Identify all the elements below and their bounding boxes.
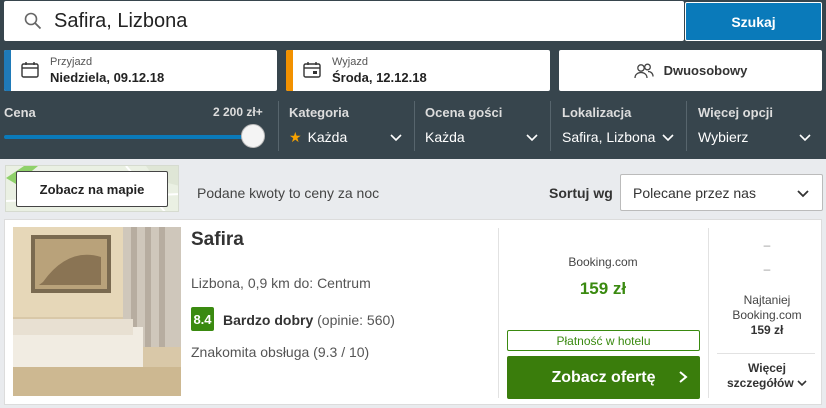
more-options-filter-label: Więcej opcji [698,105,774,120]
checkout-label: Wyjazd [332,56,368,68]
pay-at-hotel-badge: Płatność w hotelu [507,330,700,351]
more-divider [717,353,815,354]
star-icon: ★ [289,129,302,145]
price-slider-handle[interactable] [241,124,265,148]
filter-divider [414,101,415,151]
price-filter-label: Cena [4,105,36,120]
search-icon [24,12,42,30]
card-divider [708,228,709,398]
rating-count: (opinie: 560) [317,312,395,328]
location-filter-value[interactable]: Safira, Lizbona [562,129,655,145]
empty-price-slot: – [763,262,771,276]
checkin-value: Niedziela, 09.12.18 [50,70,165,85]
sort-label: Sortuj wg [549,185,613,201]
category-filter-value: Każda [307,129,348,145]
view-map-button[interactable]: Zobacz na mapie [16,171,168,207]
calendar-icon [21,62,39,78]
provider-name: Booking.com [568,255,638,269]
search-value: Safira, Lizbona [54,9,188,32]
cheapest-summary: Najtaniej Booking.com 159 zł [717,293,817,338]
filter-divider [550,101,551,151]
sort-select[interactable]: Polecane przez nas [620,174,823,211]
view-deal-label: Zobacz ofertę [551,368,656,386]
cheapest-price: 159 zł [750,323,784,337]
price-slider-track[interactable] [4,135,254,139]
hotel-card: Safira Lizbona, 0,9 km do: Centrum 8.4 B… [4,219,822,405]
cheapest-provider: Booking.com [732,308,802,322]
view-deal-button[interactable]: Zobacz ofertę [507,356,700,399]
checkin-accent [4,50,11,91]
hotel-name[interactable]: Safira [191,229,244,251]
card-divider [498,228,499,398]
location-filter-label: Lokalizacja [562,105,632,120]
rating-label: Bardzo dobry [223,312,314,328]
chevron-down-icon [799,134,811,142]
checkin-label: Przyjazd [50,56,93,68]
hotel-photo[interactable] [13,227,181,396]
category-filter[interactable]: ★ Każda [289,129,347,146]
checkout-value: Środa, 12.12.18 [332,70,427,85]
chevron-down-icon [390,134,402,142]
provider-price[interactable]: 159 zł [507,279,699,299]
chevron-down-icon [526,134,538,142]
guest-rating-filter-label: Ocena gości [425,105,503,120]
price-filter-amount: 2 200 zł+ [213,105,263,119]
checkout-accent [286,50,293,91]
rating-score-badge: 8.4 [191,307,214,331]
rating-text: Bardzo dobry (opinie: 560) [223,312,395,328]
guest-rating-filter-value[interactable]: Każda [425,129,465,145]
room-type-select[interactable]: Dwuosobowy [559,50,822,91]
more-details-button[interactable]: Więcej szczegółów [717,361,817,391]
calendar-icon [303,62,321,78]
checkin-field[interactable]: Przyjazd Niedziela, 09.12.18 [4,50,277,91]
chevron-down-icon [662,134,674,142]
more-options-filter-value[interactable]: Wybierz [698,129,748,145]
chevron-down-icon [797,190,809,198]
empty-price-slot: – [763,238,771,252]
chevron-down-icon [797,380,807,387]
hotel-location: Lizbona, 0,9 km do: Centrum [191,275,371,291]
guests-icon [633,63,654,78]
more-details-line1: Więcej [748,361,786,375]
more-details-line2: szczegółów [726,376,794,390]
filter-divider [686,101,687,151]
search-input[interactable]: Safira, Lizbona [4,1,684,41]
cheapest-label: Najtaniej [743,293,791,307]
search-button[interactable]: Szukaj [685,2,822,41]
category-filter-label: Kategoria [289,105,349,120]
checkout-field[interactable]: Wyjazd Środa, 12.12.18 [286,50,550,91]
service-rating: Znakomita obsługa (9.3 / 10) [191,344,370,360]
chevron-right-icon [679,371,688,383]
filter-divider [278,101,279,151]
sort-value: Polecane przez nas [633,185,756,201]
prices-note: Podane kwoty to ceny za noc [197,185,380,201]
room-type-label: Dwuosobowy [663,63,748,78]
